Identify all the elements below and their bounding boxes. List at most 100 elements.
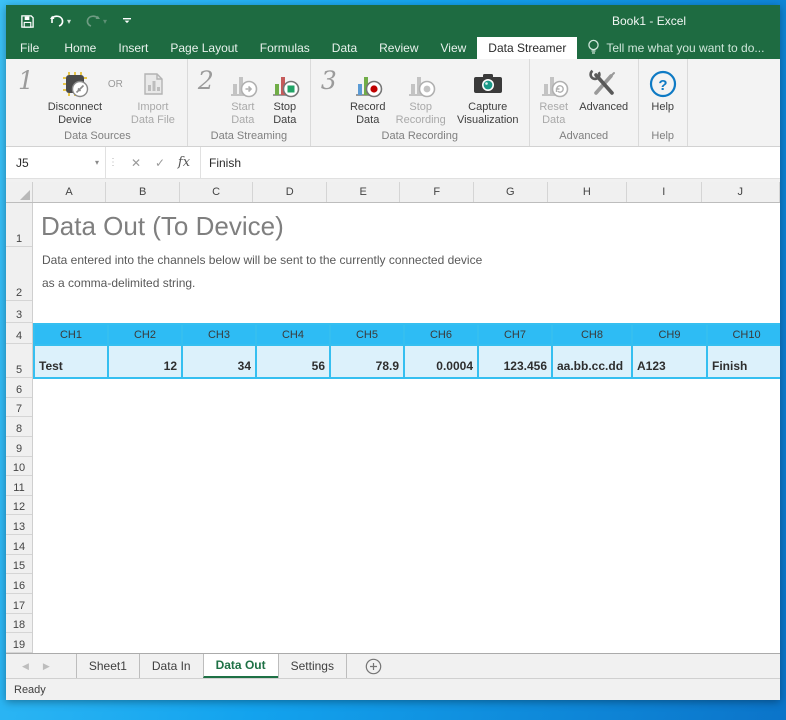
column-header-j[interactable]: J — [702, 182, 780, 202]
ribbon-tab-formulas[interactable]: Formulas — [249, 37, 321, 59]
channel-cell-ch2[interactable]: 12 — [109, 346, 181, 377]
ribbon-tab-insert[interactable]: Insert — [107, 37, 159, 59]
stop-data-icon — [269, 67, 301, 101]
channel-cell-ch10[interactable]: Finish — [708, 346, 780, 377]
column-header-e[interactable]: E — [327, 182, 401, 202]
channel-header-ch6[interactable]: CH6 — [405, 325, 477, 344]
help-icon: ? — [648, 67, 678, 101]
advanced-button[interactable]: Advanced — [574, 65, 634, 114]
row-header-14[interactable]: 14 — [6, 535, 32, 555]
column-header-a[interactable]: A — [33, 182, 107, 202]
disconnect-device-button[interactable]: DisconnectDevice — [42, 65, 108, 127]
stop-recording-button: StopRecording — [391, 65, 451, 127]
start-data-icon — [227, 67, 259, 101]
tell-me-box[interactable]: Tell me what you want to do... — [577, 37, 774, 59]
channel-cell-ch4[interactable]: 56 — [257, 346, 329, 377]
formula-bar-resize-handle[interactable]: ⋮ — [106, 147, 120, 178]
channel-cell-ch7[interactable]: 123.456 — [479, 346, 551, 377]
column-header-row: ABCDEFGHIJ — [6, 182, 780, 203]
insert-function-icon[interactable]: fx — [172, 155, 196, 170]
channel-cell-ch3[interactable]: 34 — [183, 346, 255, 377]
ribbon-tab-data-streamer[interactable]: Data Streamer — [477, 37, 577, 59]
undo-dropdown-caret[interactable]: ▾ — [67, 17, 71, 26]
row-header-16[interactable]: 16 — [6, 574, 32, 594]
column-header-f[interactable]: F — [400, 182, 474, 202]
sheet-tab-data-in[interactable]: Data In — [139, 654, 204, 678]
ribbon-tab-home[interactable]: Home — [53, 37, 107, 59]
formula-bar-buttons: ✕ ✓ fx — [120, 147, 201, 178]
ribbon-tab-review[interactable]: Review — [368, 37, 429, 59]
name-box-value: J5 — [16, 156, 29, 170]
channel-header-ch4[interactable]: CH4 — [257, 325, 329, 344]
row-header-17[interactable]: 17 — [6, 594, 32, 614]
channel-header-ch3[interactable]: CH3 — [183, 325, 255, 344]
row-header-12[interactable]: 12 — [6, 496, 32, 516]
ribbon-tab-file[interactable]: File — [6, 37, 53, 59]
sheet-tab-sheet1[interactable]: Sheet1 — [76, 654, 140, 678]
row-header-2[interactable]: 2 — [6, 247, 32, 301]
help-button[interactable]: ?Help — [643, 65, 683, 114]
sheet-nav-right-icon[interactable]: ▶ — [43, 661, 50, 672]
channel-header-ch9[interactable]: CH9 — [633, 325, 706, 344]
channel-cell-ch9[interactable]: A123 — [633, 346, 706, 377]
ribbon-tab-view[interactable]: View — [430, 37, 478, 59]
row-header-11[interactable]: 11 — [6, 476, 32, 496]
select-all-triangle-icon — [20, 190, 30, 200]
ribbon-button-label: RecordData — [350, 101, 385, 127]
row-header-1[interactable]: 1 — [6, 203, 32, 247]
reset-data-icon — [538, 67, 570, 101]
enter-icon[interactable]: ✓ — [148, 156, 172, 170]
add-sheet-button[interactable] — [347, 654, 400, 678]
ribbon-tab-data[interactable]: Data — [321, 37, 368, 59]
column-header-g[interactable]: G — [474, 182, 548, 202]
channel-header-ch10[interactable]: CH10 — [708, 325, 780, 344]
add-sheet-icon — [365, 658, 382, 675]
row-header-18[interactable]: 18 — [6, 614, 32, 634]
undo-icon[interactable]: ▾ — [49, 14, 71, 28]
sheet-nav-left-icon[interactable]: ◀ — [22, 661, 29, 672]
stop-data-button[interactable]: StopData — [264, 65, 306, 127]
formula-input[interactable]: Finish — [201, 147, 780, 178]
capture-visualization-button[interactable]: CaptureVisualization — [451, 65, 525, 127]
row-header-5[interactable]: 5 — [6, 344, 32, 378]
ribbon-group-advanced: ResetData AdvancedAdvanced — [530, 59, 639, 146]
ribbon-tab-page-layout[interactable]: Page Layout — [159, 37, 248, 59]
select-all-button[interactable] — [6, 182, 33, 202]
channel-cell-ch5[interactable]: 78.9 — [331, 346, 403, 377]
cancel-icon[interactable]: ✕ — [124, 156, 148, 170]
row-header-4[interactable]: 4 — [6, 323, 32, 344]
channel-cell-ch8[interactable]: aa.bb.cc.dd — [553, 346, 631, 377]
channel-header-ch5[interactable]: CH5 — [331, 325, 403, 344]
channel-cell-ch6[interactable]: 0.0004 — [405, 346, 477, 377]
row-header-8[interactable]: 8 — [6, 417, 32, 437]
row-header-15[interactable]: 15 — [6, 555, 32, 575]
column-header-b[interactable]: B — [106, 182, 180, 202]
channel-header-ch1[interactable]: CH1 — [35, 325, 107, 344]
row-header-6[interactable]: 6 — [6, 378, 32, 398]
row-header-9[interactable]: 9 — [6, 437, 32, 457]
grid-body[interactable]: Data Out (To Device) Data entered into t… — [33, 203, 780, 653]
channel-header-ch2[interactable]: CH2 — [109, 325, 181, 344]
row-header-13[interactable]: 13 — [6, 515, 32, 535]
sheet-tab-data-out[interactable]: Data Out — [203, 654, 279, 678]
sheet-tab-settings[interactable]: Settings — [278, 654, 347, 678]
column-header-i[interactable]: I — [627, 182, 702, 202]
customize-quick-access-icon[interactable] — [121, 15, 133, 27]
name-box-dropdown-icon[interactable]: ▾ — [95, 158, 99, 167]
ribbon-button-label: StopRecording — [396, 101, 446, 127]
row-header-7[interactable]: 7 — [6, 398, 32, 418]
row-header-19[interactable]: 19 — [6, 633, 32, 653]
ribbon: 1 DisconnectDeviceOR ImportData FileData… — [6, 59, 780, 147]
column-header-c[interactable]: C — [180, 182, 254, 202]
channel-header-ch8[interactable]: CH8 — [553, 325, 631, 344]
column-header-h[interactable]: H — [548, 182, 627, 202]
channel-header-ch7[interactable]: CH7 — [479, 325, 551, 344]
row-header-10[interactable]: 10 — [6, 457, 32, 477]
column-header-d[interactable]: D — [253, 182, 327, 202]
formula-bar: J5 ▾ ⋮ ✕ ✓ fx Finish — [6, 147, 780, 179]
row-header-3[interactable]: 3 — [6, 301, 32, 323]
channel-cell-ch1[interactable]: Test — [35, 346, 107, 377]
save-icon[interactable] — [20, 14, 35, 29]
name-box[interactable]: J5 ▾ — [6, 147, 106, 178]
record-data-button[interactable]: RecordData — [345, 65, 391, 127]
